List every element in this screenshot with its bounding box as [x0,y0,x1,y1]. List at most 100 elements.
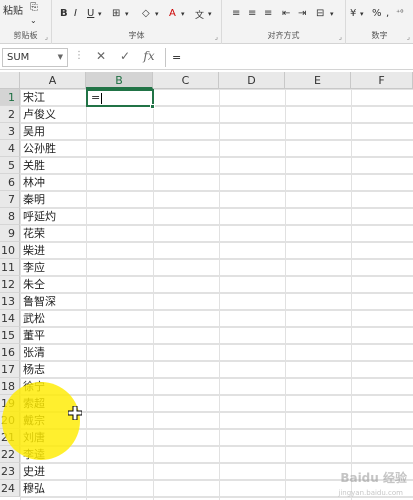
row-header-17[interactable]: 17 [0,361,20,378]
cancel-button[interactable]: ✕ [92,49,110,63]
dialog-launcher-icon[interactable]: ⌟ [45,33,48,41]
more-icon: ⋮ [74,50,84,61]
underline-button[interactable]: U [87,8,94,19]
column-header-b[interactable]: B [86,72,153,89]
align-center-icon[interactable]: ≡ [248,8,256,19]
borders-dropdown-icon[interactable]: ▾ [125,10,129,18]
insert-function-button[interactable]: fx [140,49,158,63]
row-header-15[interactable]: 15 [0,327,20,344]
row-header-8[interactable]: 8 [0,208,20,225]
row-header-7[interactable]: 7 [0,191,20,208]
active-cell-value: = [91,91,101,104]
column-header-f[interactable]: F [351,72,413,89]
clipboard-label: 剪贴板 [13,31,38,40]
cell-cursor-icon [68,406,82,420]
phonetic-icon[interactable]: 文 [195,8,204,21]
row-header-11[interactable]: 11 [0,259,20,276]
cell-a4[interactable]: 公孙胜 [23,140,85,157]
align-right-icon[interactable]: ≡ [264,8,272,19]
fill-dropdown-icon[interactable]: ▾ [155,10,159,18]
cell-a17[interactable]: 杨志 [23,361,85,378]
cell-a23[interactable]: 史进 [23,463,85,480]
dialog-launcher-icon[interactable]: ⌟ [407,33,410,41]
enter-button[interactable]: ✓ [116,49,134,63]
fill-handle[interactable] [150,104,155,109]
currency-dropdown-icon[interactable]: ▾ [360,10,364,18]
alignment-label: 对齐方式 [267,31,300,40]
row-header-10[interactable]: 10 [0,242,20,259]
percent-button[interactable]: % [372,8,382,19]
increase-indent-icon[interactable]: ⇥ [298,8,306,19]
row-header-2[interactable]: 2 [0,106,20,123]
align-left-icon[interactable]: ≡ [232,8,240,19]
cell-a14[interactable]: 武松 [23,310,85,327]
column-header-c[interactable]: C [153,72,219,89]
chevron-down-icon[interactable]: ⌄ [30,16,37,25]
column-header-d[interactable]: D [219,72,285,89]
number-label: 数字 [371,31,388,40]
name-box[interactable]: SUM ▼ [2,48,68,67]
cell-a15[interactable]: 董平 [23,327,85,344]
column-header-a[interactable]: A [20,72,86,89]
select-all-corner[interactable] [0,72,20,89]
cell-a11[interactable]: 李应 [23,259,85,276]
row-header-24[interactable]: 24 [0,480,20,497]
cell-a9[interactable]: 花荣 [23,225,85,242]
cell-a16[interactable]: 张清 [23,344,85,361]
cell-a24[interactable]: 穆弘 [23,480,85,497]
underline-dropdown-icon[interactable]: ▾ [98,10,102,18]
chevron-down-icon[interactable]: ▼ [58,49,63,66]
cell-a6[interactable]: 林冲 [23,174,85,191]
row-header-3[interactable]: 3 [0,123,20,140]
row-header-13[interactable]: 13 [0,293,20,310]
watermark-logo: Baidu 经验 [340,471,407,485]
cell-a5[interactable]: 关胜 [23,157,85,174]
font-color-dropdown-icon[interactable]: ▾ [181,10,185,18]
row-header-9[interactable]: 9 [0,225,20,242]
cell-a2[interactable]: 卢俊义 [23,106,85,123]
row-header-6[interactable]: 6 [0,174,20,191]
dialog-launcher-icon[interactable]: ⌟ [339,33,342,41]
clipboard-group: 粘贴 ⎘ ⌄ 剪贴板 ⌟ [0,0,52,44]
fill-color-icon[interactable]: ◇ [142,8,150,19]
cell-a7[interactable]: 秦明 [23,191,85,208]
comma-button[interactable]: , [386,8,389,19]
paste-button[interactable]: 粘贴 [3,2,23,17]
italic-button[interactable]: I [74,8,77,19]
cell-a13[interactable]: 鲁智深 [23,293,85,310]
decimal-icon[interactable]: ⁺⁰ [396,8,403,17]
row-header-12[interactable]: 12 [0,276,20,293]
bold-button[interactable]: B [60,8,68,19]
text-caret [101,92,103,104]
cell-a10[interactable]: 柴进 [23,242,85,259]
formula-input[interactable]: = [165,48,413,67]
cell-a8[interactable]: 呼延灼 [23,208,85,225]
row-header-4[interactable]: 4 [0,140,20,157]
merge-dropdown-icon[interactable]: ▾ [330,10,334,18]
row-header-14[interactable]: 14 [0,310,20,327]
cursor-highlight [2,382,80,460]
font-color-icon[interactable]: A [169,8,176,19]
borders-icon[interactable]: ⊞ [112,8,120,19]
cell-a1[interactable]: 宋江 [23,89,85,106]
currency-icon[interactable]: ¥ [350,8,356,19]
dialog-launcher-icon[interactable]: ⌟ [215,33,218,41]
row-header-1[interactable]: 1 [0,89,20,106]
merge-center-icon[interactable]: ⊟ [316,8,324,19]
row-header-16[interactable]: 16 [0,344,20,361]
row-header-23[interactable]: 23 [0,463,20,480]
decrease-indent-icon[interactable]: ⇤ [282,8,290,19]
gridline [219,89,220,500]
number-group: ¥ ▾ % , ⁺⁰ 数字 ⌟ [346,0,413,44]
font-label: 字体 [128,31,145,40]
copy-icon[interactable]: ⎘ [30,2,38,13]
phonetic-dropdown-icon[interactable]: ▾ [208,10,212,18]
active-cell-b1[interactable]: = [86,89,154,107]
cell-a12[interactable]: 朱仝 [23,276,85,293]
cell-a3[interactable]: 吴用 [23,123,85,140]
row-header-5[interactable]: 5 [0,157,20,174]
column-header-e[interactable]: E [285,72,351,89]
gridline [285,89,286,500]
ribbon: 粘贴 ⎘ ⌄ 剪贴板 ⌟ B I U ▾ ⊞ ▾ ◇ ▾ A ▾ 文 ▾ 字体 … [0,0,413,44]
font-group: B I U ▾ ⊞ ▾ ◇ ▾ A ▾ 文 ▾ 字体 ⌟ [52,0,222,44]
